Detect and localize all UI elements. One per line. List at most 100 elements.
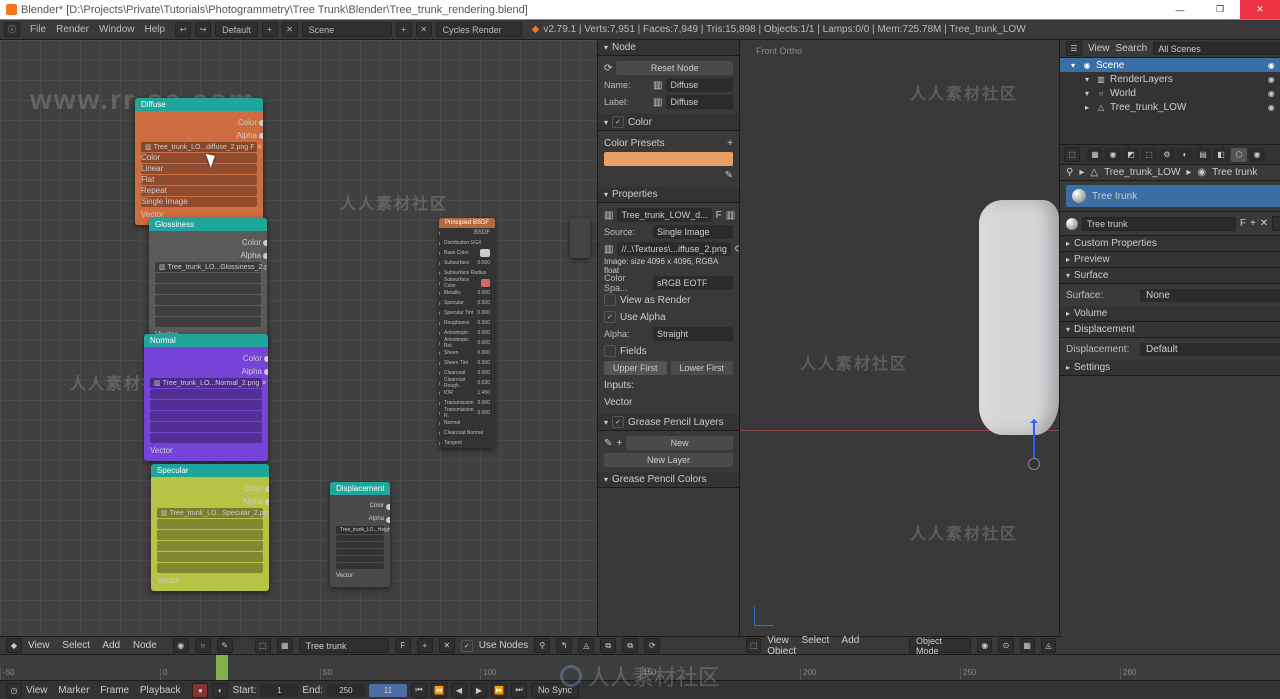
node-output[interactable] [570, 218, 590, 258]
auto-render-icon[interactable]: ⟳ [644, 638, 660, 653]
section-grease-pencil-colors[interactable]: Grease Pencil Colors [598, 472, 739, 488]
menu-view[interactable]: View [767, 635, 789, 646]
outliner-search-menu[interactable]: Search [1116, 43, 1148, 54]
gp-new-layer-button[interactable]: New Layer [604, 453, 733, 467]
principled-input[interactable]: Specular Tint0.000 [439, 308, 495, 318]
color-well[interactable] [604, 152, 733, 166]
section-preview[interactable]: ▸Preview [1060, 252, 1280, 268]
menu-select[interactable]: Select [802, 635, 830, 646]
plus-icon[interactable]: + [1250, 218, 1256, 229]
node-displacement[interactable]: Displacement Color Alpha Tree_trunk_LO..… [330, 482, 390, 587]
fake-user-button[interactable]: F [1240, 218, 1246, 229]
node-image-field[interactable]: ▥Tree_trunk_LO...Normal_2.png✕ [150, 378, 262, 388]
principled-input[interactable]: Specular0.500 [439, 298, 495, 308]
properties-editor-icon[interactable]: ⬚ [1064, 147, 1080, 162]
principled-input[interactable]: Anisotropic Rot.0.000 [439, 338, 495, 348]
lower-first-button[interactable]: Lower First [671, 361, 734, 375]
fake-user-button[interactable]: F [716, 210, 722, 221]
menu-file[interactable]: File [30, 24, 46, 35]
record-icon[interactable]: ● [192, 683, 208, 698]
maximize-button[interactable]: ❐ [1200, 0, 1240, 19]
material-name-input[interactable] [1082, 217, 1236, 231]
editor-type-icon[interactable]: ⓘ [4, 22, 20, 37]
menu-render[interactable]: Render [56, 24, 89, 35]
node-header[interactable]: Normal [144, 334, 268, 347]
menu-playback[interactable]: Playback [140, 685, 181, 696]
play-reverse-icon[interactable]: ◀ [451, 683, 467, 698]
alpha-dropdown[interactable]: Straight [653, 327, 733, 341]
menu-view[interactable]: View [26, 685, 48, 696]
visibility-icon[interactable]: ◉ [1266, 102, 1276, 112]
layers-icon[interactable]: ▦ [1020, 638, 1035, 653]
node-glossiness[interactable]: Glossiness Color Alpha ▥Tree_trunk_LO...… [149, 218, 267, 345]
surface-dropdown[interactable]: None [1140, 289, 1280, 302]
editor-type-icon[interactable]: ◷ [6, 683, 22, 698]
properties-tab[interactable]: ⬡ [1231, 148, 1247, 162]
node-principled-bsdf[interactable]: Principled BSDF BSDF Distribution GGXBas… [439, 218, 495, 448]
minimize-button[interactable]: — [1160, 0, 1200, 19]
forward-icon[interactable]: ↪ [195, 22, 211, 37]
principled-input[interactable]: Sheen0.000 [439, 348, 495, 358]
section-node[interactable]: Node [598, 40, 739, 56]
use-nodes-checkbox[interactable] [461, 640, 473, 652]
snap-icon[interactable]: ◬ [1041, 638, 1056, 653]
delete-scene-icon[interactable]: ✕ [416, 22, 432, 37]
image-name-field[interactable]: Tree_trunk_LOW_d... [617, 208, 711, 222]
add-layout-icon[interactable]: + [262, 22, 278, 37]
principled-input[interactable]: Base Color [439, 248, 495, 258]
3d-viewport[interactable]: 人人素材社区 人人素材社区 人人素材社区 Front Ortho (1 1) T… [740, 40, 1060, 654]
reset-icon[interactable]: ⟳ [604, 63, 612, 74]
expand-icon[interactable]: ▾ [1082, 74, 1092, 84]
scene-field[interactable]: Scene [302, 22, 392, 37]
node-diffuse[interactable]: Diffuse Color Alpha ▥Tree_trunk_LO...dif… [135, 98, 263, 225]
properties-tab[interactable]: ⚙ [1159, 148, 1175, 162]
menu-help[interactable]: Help [145, 24, 166, 35]
properties-tab[interactable]: ⬚ [1141, 148, 1157, 162]
menu-add[interactable]: Add [842, 635, 860, 646]
properties-tab[interactable]: ◉ [1249, 148, 1265, 162]
principled-input[interactable]: Transmission R.0.000 [439, 408, 495, 418]
section-surface[interactable]: ▾Surface [1060, 268, 1280, 284]
node-header[interactable]: Displacement [330, 482, 390, 495]
section-volume[interactable]: ▸Volume [1060, 306, 1280, 322]
add-scene-icon[interactable]: + [396, 22, 412, 37]
properties-tab[interactable]: ◐ [1177, 148, 1193, 162]
principled-input[interactable]: Tangent [439, 438, 495, 448]
keyframe-prev-icon[interactable]: ⏪ [431, 683, 447, 698]
expand-icon[interactable]: ▾ [1082, 88, 1092, 98]
gp-icon[interactable]: ✎ [604, 438, 612, 449]
keyframe-next-icon[interactable]: ⏩ [491, 683, 507, 698]
section-color[interactable]: Color [598, 114, 739, 131]
node-normal[interactable]: Normal Color Alpha ▥Tree_trunk_LO...Norm… [144, 334, 268, 461]
start-frame-input[interactable]: 1 [260, 684, 298, 697]
colorspace-dropdown[interactable]: sRGB EOTF [653, 276, 733, 290]
menu-node[interactable]: Node [133, 640, 157, 651]
properties-tab[interactable]: ▦ [1087, 148, 1103, 162]
properties-tab[interactable]: ◧ [1213, 148, 1229, 162]
outliner-row[interactable]: ▾◉Scene◉▢◎ [1060, 58, 1280, 72]
play-icon[interactable]: ▶ [471, 683, 487, 698]
menu-window[interactable]: Window [99, 24, 135, 35]
delete-layout-icon[interactable]: ✕ [282, 22, 298, 37]
principled-input[interactable]: IOR1.450 [439, 388, 495, 398]
view-as-render-checkbox[interactable] [604, 294, 616, 306]
principled-input[interactable]: Roughness0.500 [439, 318, 495, 328]
object-gizmo[interactable] [1025, 420, 1043, 466]
add-preset-icon[interactable]: + [727, 138, 733, 149]
visibility-icon[interactable]: ◉ [1266, 88, 1276, 98]
source-dropdown[interactable]: Single Image [653, 225, 733, 239]
section-displacement[interactable]: ▾Displacement [1060, 322, 1280, 338]
unlink-icon[interactable]: ▥ [726, 210, 735, 221]
shader-type-object-icon[interactable]: ◉ [173, 638, 189, 653]
fake-user-button[interactable]: F [395, 638, 411, 653]
jump-start-icon[interactable]: ⏮ [411, 683, 427, 698]
material-link-dropdown[interactable]: Data [1272, 216, 1280, 231]
outliner-row[interactable]: ▾▥RenderLayers◉▢◎ [1060, 72, 1280, 86]
editor-type-icon[interactable]: ◆ [6, 638, 22, 653]
remove-material-icon[interactable]: ✕ [439, 638, 455, 653]
outliner-row[interactable]: ▾○World◉▢◎ [1060, 86, 1280, 100]
render-engine-field[interactable]: Cycles Render [436, 22, 522, 37]
end-frame-input[interactable]: 250 [327, 684, 365, 697]
outliner-editor-icon[interactable]: ☰ [1066, 41, 1082, 56]
properties-tab[interactable]: ◉ [1105, 148, 1121, 162]
